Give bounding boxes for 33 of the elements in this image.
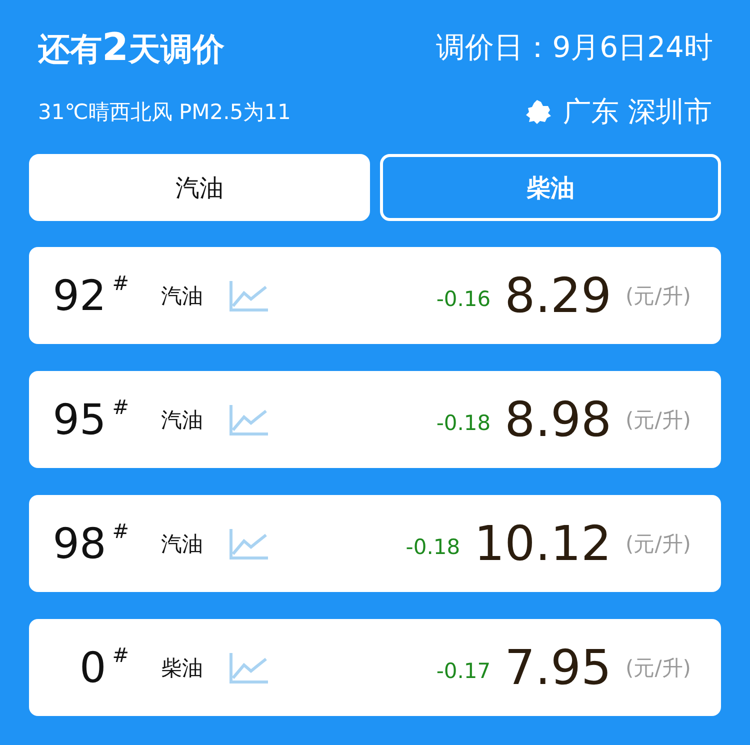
grade-mark: # [112,395,129,419]
fuel-type: 柴油 [161,654,203,682]
fuel-type: 汽油 [161,282,203,310]
weather-text: 31℃晴西北风 PM2.5为11 [37,99,291,126]
line-chart-icon[interactable] [229,280,269,312]
grade-number: 95 [52,395,106,444]
countdown-title: 还有2天调价 [37,24,224,70]
fuel-type: 汽油 [161,530,203,558]
price-unit: (元/升) [626,530,691,558]
grade-number: 92 [52,271,106,320]
grade-mark: # [112,271,129,295]
fuel-type: 汽油 [161,406,203,434]
grade-number: 98 [52,519,106,568]
grade-mark: # [112,643,129,667]
price-change: -0.18 [436,410,491,434]
price-value: 8.98 [504,392,612,448]
price-value: 10.12 [474,516,612,572]
grade-mark: # [112,519,129,543]
fuel-tab[interactable]: 汽油 [29,154,370,221]
price-unit: (元/升) [626,282,691,310]
line-chart-icon[interactable] [229,404,269,436]
price-unit: (元/升) [626,406,691,434]
price-value: 7.95 [504,640,612,696]
adjust-date: 调价日：9月6日24时 [436,29,714,66]
grade-number: 0 [80,643,106,692]
price-unit: (元/升) [626,654,691,682]
price-change: -0.17 [436,658,491,682]
price-change: -0.18 [406,534,460,558]
location-text: 广东 深圳市 [563,94,712,130]
price-change: -0.16 [436,286,491,310]
line-chart-icon[interactable] [229,652,269,684]
price-value: 8.29 [504,268,612,324]
line-chart-icon[interactable] [229,528,269,560]
